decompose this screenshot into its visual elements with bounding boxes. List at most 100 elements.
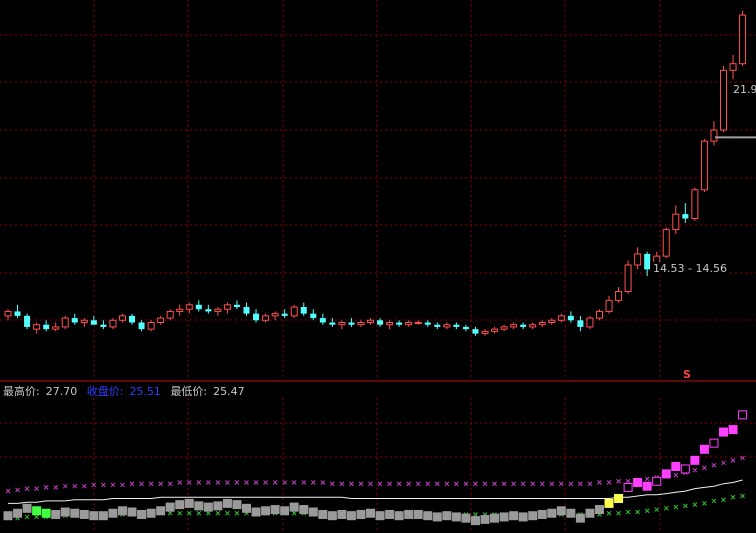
upper-band-mark	[139, 481, 144, 487]
indicator-box	[556, 506, 566, 516]
stock-chart-window: 21.97 - 14.53 - 14.56 S 最高价: 27.70 收盘价: 25…	[0, 0, 756, 533]
upper-band-mark	[492, 481, 497, 487]
candle-body-down	[577, 320, 584, 327]
candle-body-up	[271, 313, 279, 317]
candle-body-down	[520, 324, 527, 327]
upper-band-mark	[358, 481, 364, 487]
indicator-box	[98, 511, 108, 521]
upper-band-mark	[129, 481, 135, 487]
indicator-box	[480, 514, 490, 524]
candle-body-down	[472, 329, 479, 334]
candle-body-up	[4, 310, 12, 317]
candle-body-up	[634, 253, 642, 266]
upper-band-mark	[616, 478, 621, 484]
low-price-label: 最低价:	[170, 385, 208, 398]
candle-body-up	[700, 140, 708, 191]
lower-band-mark	[234, 510, 240, 516]
lower-band-mark	[473, 512, 478, 517]
candle-body-up	[80, 319, 88, 323]
lower-band-mark	[635, 509, 640, 515]
candle-body-up	[691, 189, 699, 220]
upper-band-mark	[167, 481, 173, 487]
lower-band-mark	[34, 514, 39, 520]
indicator-box	[614, 493, 624, 503]
candle-body-up	[586, 317, 594, 328]
indicator-box	[318, 509, 328, 519]
upper-band-mark	[330, 481, 335, 487]
candle-body-up	[720, 69, 727, 131]
indicator-box	[680, 464, 690, 474]
high-price-value: 27.70	[45, 385, 78, 398]
indicator-box	[165, 502, 175, 512]
upper-band-mark	[692, 467, 698, 473]
chart-canvas	[0, 0, 756, 533]
candle-body-up	[481, 330, 489, 335]
candle-body-up	[443, 324, 451, 328]
low-price-value: 25.47	[213, 385, 245, 398]
indicator-box	[547, 508, 557, 518]
lower-band-mark	[225, 510, 230, 516]
candle-body-down	[319, 318, 326, 323]
upper-band-mark	[253, 480, 259, 485]
candle-body-down	[329, 322, 336, 325]
upper-band-mark	[110, 482, 116, 488]
candle-body-up	[662, 229, 670, 257]
upper-band-mark	[244, 480, 249, 485]
candle-body-down	[434, 324, 441, 327]
upper-band-mark	[463, 481, 469, 487]
upper-band-mark	[34, 486, 39, 491]
candle-body-up	[510, 324, 518, 328]
candle-body-down	[348, 322, 355, 325]
upper-band-mark	[549, 481, 555, 487]
candle-body-up	[529, 324, 537, 328]
upper-band-mark	[721, 460, 726, 466]
candle-body-down	[14, 311, 21, 316]
upper-band-mark	[625, 478, 631, 484]
upper-band-mark	[81, 483, 87, 489]
upper-band-mark	[43, 485, 49, 490]
candle-body-up	[176, 308, 184, 312]
indicator-box	[366, 508, 376, 518]
indicator-box	[451, 512, 461, 522]
upper-band-mark	[396, 481, 402, 487]
indicator-box	[117, 506, 127, 516]
indicator-box	[470, 516, 480, 526]
candle-body-up	[157, 317, 165, 323]
indicator-box	[623, 482, 633, 492]
indicator-box	[89, 511, 99, 521]
candle-body-up	[61, 317, 69, 328]
upper-band-mark	[387, 481, 392, 487]
indicator-box	[70, 508, 80, 518]
lower-band-mark	[616, 510, 621, 516]
upper-band-mark	[101, 482, 106, 488]
indicator-box	[661, 469, 671, 479]
candle-body-down	[71, 318, 78, 323]
upper-band-mark	[72, 483, 78, 489]
indicator-box	[490, 513, 500, 523]
indicator-box	[604, 498, 614, 508]
indicator-box	[394, 511, 404, 521]
indicator-box	[32, 506, 42, 516]
candle-body-down	[129, 315, 136, 323]
upper-band-mark	[501, 481, 507, 487]
candle-body-up	[605, 299, 613, 312]
indicator-box	[194, 501, 204, 511]
upper-band-mark	[473, 481, 478, 487]
upper-band-mark	[454, 481, 459, 487]
upper-band-mark	[578, 481, 583, 487]
upper-band-mark	[196, 480, 202, 485]
close-price-value: 25.51	[129, 385, 161, 398]
candle-body-up	[262, 315, 270, 321]
candle-body-up	[729, 63, 737, 71]
indicator-box	[251, 507, 261, 517]
upper-band-mark	[62, 483, 68, 489]
high-price-label: 最高价:	[3, 385, 40, 398]
candle-body-up	[52, 326, 60, 330]
upper-band-mark	[225, 480, 230, 485]
upper-band-mark	[368, 481, 373, 487]
upper-band-mark	[263, 480, 268, 485]
candle-body-up	[338, 321, 346, 326]
indicator-box	[222, 498, 232, 508]
indicator-info-bar: 最高价: 27.70 收盘价: 25.51 最低价: 25.47	[3, 383, 251, 399]
indicator-box	[203, 502, 213, 512]
